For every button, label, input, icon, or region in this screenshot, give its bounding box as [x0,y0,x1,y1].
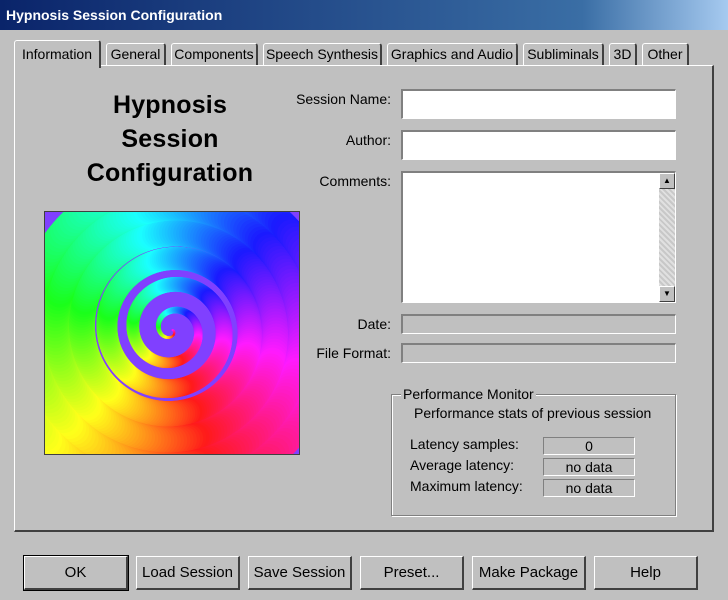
tab-general[interactable]: General [106,43,166,66]
average-latency-label: Average latency: [410,457,515,473]
session-name-field[interactable] [401,89,676,119]
window-title: Hypnosis Session Configuration [6,7,223,23]
ok-button[interactable]: OK [23,555,129,591]
heading-line-1: Hypnosis [112,91,228,119]
rainbow-spiral-image [44,211,300,455]
tab-speech-synthesis[interactable]: Speech Synthesis [263,43,382,66]
tab-strip: Information General Components Speech Sy… [14,40,714,68]
heading-line-3: Configuration [86,159,254,187]
maximum-latency-value: no data [543,479,635,497]
tab-3d[interactable]: 3D [609,43,637,66]
preset-button[interactable]: Preset... [360,556,464,590]
title-bar: Hypnosis Session Configuration [0,0,728,30]
save-session-button[interactable]: Save Session [248,556,352,590]
tab-components[interactable]: Components [171,43,258,66]
scroll-up-arrow-icon[interactable]: ▲ [659,173,675,189]
performance-monitor-title: Performance Monitor [401,386,536,402]
maximum-latency-label: Maximum latency: [410,478,523,494]
average-latency-value: no data [543,458,635,476]
latency-samples-label: Latency samples: [410,436,519,452]
heading-line-2: Session [121,125,219,153]
help-button[interactable]: Help [594,556,698,590]
latency-samples-value: 0 [543,437,635,455]
author-field[interactable] [401,130,676,160]
comments-scrollbar[interactable]: ▲ ▼ [659,173,675,302]
performance-subtitle: Performance stats of previous session [414,405,652,421]
comments-textarea[interactable]: ▲ ▼ [401,171,676,303]
file-format-field [401,343,676,363]
author-label: Author: [345,132,391,148]
scroll-down-arrow-icon[interactable]: ▼ [659,286,675,302]
tab-subliminals[interactable]: Subliminals [523,43,604,66]
comments-label: Comments: [319,173,391,189]
tab-other[interactable]: Other [642,43,689,66]
tab-graphics-and-audio[interactable]: Graphics and Audio [387,43,518,66]
config-heading: Hypnosis Session Configuration [70,88,270,190]
date-label: Date: [357,316,391,332]
date-field [401,314,676,334]
file-format-label: File Format: [316,345,391,361]
tab-information[interactable]: Information [14,40,101,68]
make-package-button[interactable]: Make Package [472,556,586,590]
load-session-button[interactable]: Load Session [136,556,240,590]
session-name-label: Session Name: [296,91,391,107]
